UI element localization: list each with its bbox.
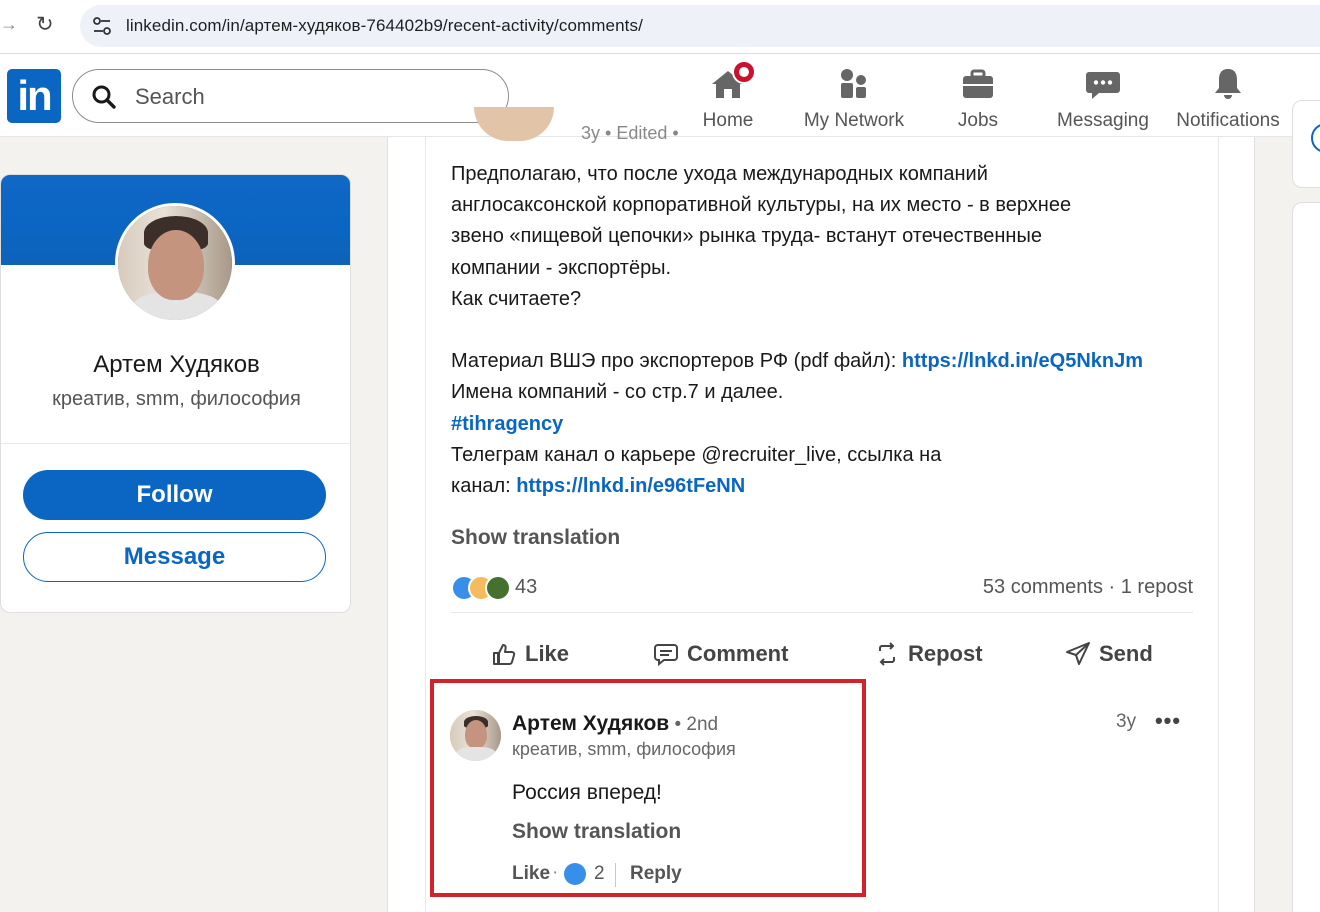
forward-arrow-icon[interactable]: → bbox=[0, 14, 14, 35]
profile-headline: креатив, smm, философия bbox=[52, 388, 301, 410]
post-line: #tihragency bbox=[451, 409, 1211, 440]
nav-my-network[interactable]: My Network bbox=[800, 60, 908, 134]
reload-icon[interactable]: ↻ bbox=[36, 12, 54, 37]
comment-timestamp: 3y bbox=[1116, 711, 1137, 732]
nav-notifications-label: Notifications bbox=[1176, 110, 1280, 131]
post-line: Как считаете? bbox=[451, 287, 582, 310]
social-counts: 43 53 comments · 1 repost bbox=[451, 574, 1193, 604]
like-button[interactable]: Like bbox=[491, 634, 569, 674]
bell-icon bbox=[1215, 69, 1241, 99]
post-line: англосаксонской корпоративной культуры, … bbox=[451, 194, 1072, 217]
search-icon bbox=[92, 85, 116, 109]
comment-like-count[interactable]: 2 bbox=[594, 863, 605, 885]
post-actions: Like Comment Repost Send bbox=[451, 634, 1193, 674]
thumbs-up-icon bbox=[493, 644, 516, 665]
hashtag-link[interactable]: #tihragency bbox=[451, 413, 563, 435]
support-reaction-icon bbox=[485, 575, 511, 601]
send-label: Send bbox=[1099, 641, 1153, 666]
post-line: Имена компаний - со стр.7 и далее. bbox=[451, 381, 784, 404]
reply-button[interactable]: Reply bbox=[630, 863, 682, 885]
like-label: Like bbox=[525, 641, 570, 666]
briefcase-icon bbox=[963, 69, 993, 98]
url-text[interactable]: linkedin.com/in/артем-худяков-764402b9/r… bbox=[126, 16, 643, 36]
messaging-icon bbox=[1086, 72, 1120, 99]
send-button[interactable]: Send bbox=[1065, 634, 1153, 674]
post-line: Материал ВШЭ про экспортеров РФ (pdf фай… bbox=[451, 346, 1211, 377]
nav-home-label: Home bbox=[702, 110, 754, 131]
nav-jobs[interactable]: Jobs bbox=[938, 60, 1018, 134]
post-line-text: канал: bbox=[451, 474, 517, 497]
site-settings-icon[interactable] bbox=[92, 14, 112, 38]
divider bbox=[1, 443, 350, 444]
more-options-icon[interactable]: ••• bbox=[1152, 708, 1184, 736]
right-rail-card bbox=[1292, 202, 1320, 912]
comment-author-headline: креатив, smm, философия bbox=[512, 739, 736, 759]
divider bbox=[615, 863, 616, 887]
post-line-text: Материал ВШЭ про экспортеров РФ (pdf фай… bbox=[451, 350, 902, 373]
partial-icon bbox=[1311, 123, 1320, 153]
post-link-1[interactable]: https://lnkd.in/eQ5NknJm bbox=[902, 350, 1143, 372]
post-link-2[interactable]: https://lnkd.in/e96tFeNN bbox=[516, 475, 745, 497]
search-bar[interactable] bbox=[72, 69, 509, 123]
separator-dot: · bbox=[552, 862, 559, 883]
comment-text: Россия вперед! bbox=[512, 781, 662, 804]
profile-card: Артем Худяков креатив, smm, философия Fo… bbox=[0, 174, 351, 613]
post-line: компании - экспортёры. bbox=[451, 256, 672, 279]
nav-jobs-label: Jobs bbox=[957, 110, 999, 131]
repost-button[interactable]: Repost bbox=[874, 634, 983, 674]
linkedin-logo[interactable]: in bbox=[7, 69, 61, 123]
post-line-empty bbox=[451, 315, 1211, 346]
nav-messaging[interactable]: Messaging bbox=[1056, 60, 1150, 134]
post-show-translation[interactable]: Show translation bbox=[451, 526, 620, 550]
comment-like-button[interactable]: Like bbox=[512, 863, 550, 885]
people-icon bbox=[841, 69, 866, 98]
browser-toolbar: → ↻ linkedin.com/in/артем-худяков-764402… bbox=[0, 0, 1320, 54]
post-body: Предполагаю, что после ухода международн… bbox=[451, 159, 1211, 502]
comment-author[interactable]: Артем Худяков • 2nd bbox=[512, 712, 718, 736]
comment-icon bbox=[654, 644, 678, 667]
comment-author-name[interactable]: Артем Худяков bbox=[512, 712, 669, 735]
nav-messaging-label: Messaging bbox=[1057, 110, 1149, 131]
reaction-icons[interactable] bbox=[451, 574, 513, 602]
right-rail-card bbox=[1292, 100, 1320, 188]
divider bbox=[451, 612, 1193, 613]
notification-badge bbox=[732, 60, 756, 84]
profile-avatar[interactable] bbox=[115, 203, 235, 323]
profile-name[interactable]: Артем Худяков bbox=[1, 351, 350, 379]
nav-home[interactable]: Home bbox=[688, 60, 768, 134]
connection-degree: • 2nd bbox=[669, 714, 719, 735]
post-line: звено «пищевой цепочки» рынка труда- вст… bbox=[451, 225, 1042, 248]
reaction-count[interactable]: 43 bbox=[515, 576, 537, 599]
repost-icon bbox=[879, 642, 895, 666]
comment-show-translation[interactable]: Show translation bbox=[512, 820, 681, 844]
nav-my-network-label: My Network bbox=[803, 110, 905, 131]
nav-notifications[interactable]: Notifications bbox=[1172, 60, 1284, 134]
post-line: Телеграм канал о карьере @recruiter_live… bbox=[451, 443, 942, 466]
comment-author-avatar[interactable] bbox=[450, 710, 501, 761]
like-reaction-icon[interactable] bbox=[564, 863, 586, 885]
repost-label: Repost bbox=[908, 641, 983, 666]
message-button[interactable]: Message bbox=[23, 532, 326, 582]
post-meta: 3y • Edited • bbox=[581, 123, 679, 143]
follow-button[interactable]: Follow bbox=[23, 470, 326, 520]
post-line: канал: https://lnkd.in/e96tFeNN bbox=[451, 471, 1211, 502]
send-icon bbox=[1066, 642, 1090, 665]
address-bar[interactable]: linkedin.com/in/артем-худяков-764402b9/r… bbox=[80, 5, 1320, 47]
post-line: Предполагаю, что после ухода международн… bbox=[451, 163, 988, 185]
comment-button[interactable]: Comment bbox=[653, 634, 788, 674]
search-input[interactable] bbox=[135, 82, 485, 112]
comments-reposts-count[interactable]: 53 comments · 1 repost bbox=[983, 576, 1193, 599]
comment-label: Comment bbox=[687, 641, 789, 666]
